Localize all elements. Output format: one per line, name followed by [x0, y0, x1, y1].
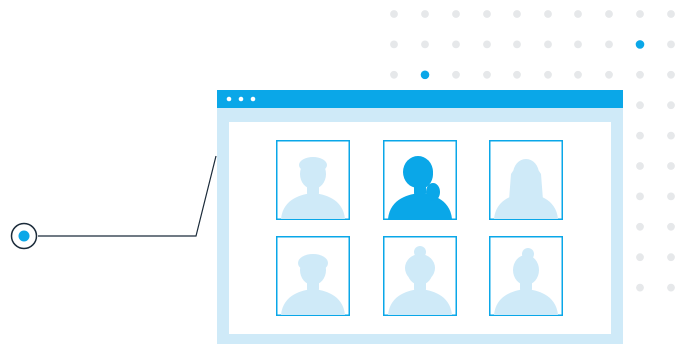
dot [544, 70, 552, 79]
browser-titlebar [217, 90, 623, 108]
dot [574, 10, 582, 18]
profile-card[interactable] [489, 140, 563, 220]
connector-line [38, 155, 217, 237]
dot [544, 40, 552, 49]
dot [667, 222, 675, 231]
dot [667, 162, 675, 170]
dot [605, 10, 613, 18]
dot [452, 40, 460, 49]
dot [390, 70, 398, 79]
dot [667, 283, 675, 292]
profile-card[interactable] [276, 236, 350, 316]
dot [390, 40, 398, 49]
profile-card[interactable] [276, 140, 350, 220]
dot [452, 70, 460, 79]
dot [636, 131, 644, 140]
profile-card[interactable] [383, 236, 457, 316]
dot [421, 40, 429, 49]
dot [483, 10, 491, 18]
dot [390, 10, 398, 18]
dot [667, 10, 675, 18]
dot [636, 222, 644, 231]
dot [483, 40, 491, 49]
dot [421, 10, 429, 18]
dot [544, 10, 552, 18]
dot [636, 192, 644, 201]
profile-card[interactable] [489, 236, 563, 316]
dot [605, 40, 613, 49]
illustration [10, 10, 675, 344]
dot [667, 101, 675, 110]
pin-marker-dot [18, 230, 30, 242]
dot [574, 70, 582, 79]
window-control-dot[interactable] [238, 96, 244, 102]
dot [667, 131, 675, 140]
dot [452, 10, 460, 18]
dot-highlight [635, 40, 645, 49]
profile-card[interactable] [383, 140, 457, 220]
dot [667, 192, 675, 201]
dot [636, 10, 644, 18]
dot [605, 70, 613, 79]
dot [483, 70, 491, 79]
window-control-dot[interactable] [250, 96, 256, 102]
dot [667, 70, 675, 79]
dot [574, 40, 582, 49]
dot [636, 70, 644, 79]
dot [636, 283, 644, 292]
dot [667, 40, 675, 49]
dot [513, 70, 521, 79]
dot [513, 40, 521, 49]
dot-highlight [420, 70, 430, 80]
window-control-dot[interactable] [226, 96, 232, 102]
dot [667, 253, 675, 262]
dot [636, 162, 644, 170]
dot [636, 101, 644, 110]
dot [513, 10, 521, 18]
dot [636, 253, 644, 262]
